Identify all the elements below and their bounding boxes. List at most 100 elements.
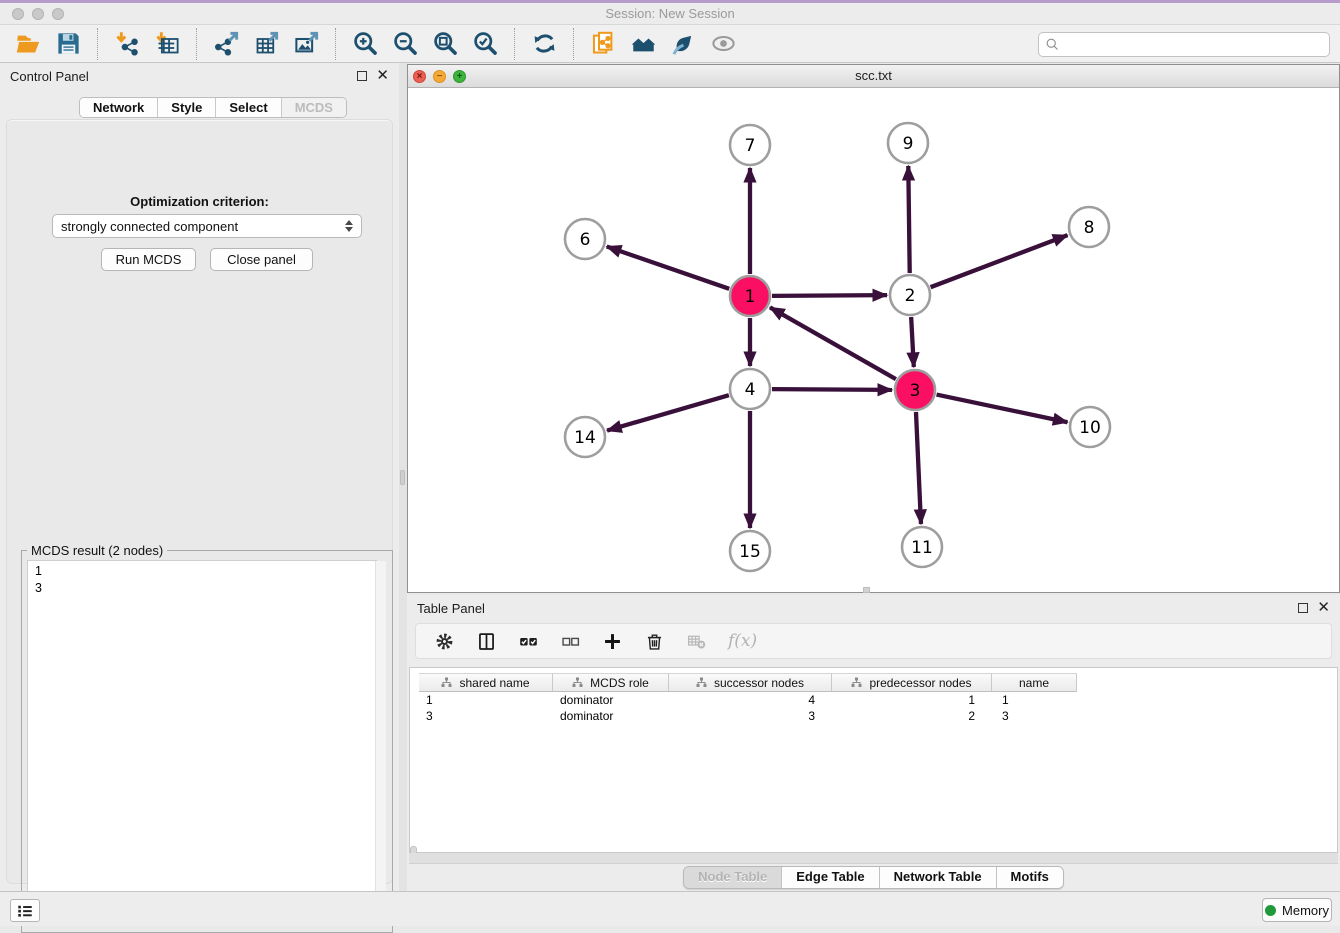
task-history-button[interactable] [10, 899, 40, 922]
close-table-panel-icon[interactable]: ✕ [1317, 603, 1330, 613]
svg-text:15: 15 [739, 542, 761, 562]
table-cell[interactable]: 1 [419, 692, 553, 708]
toolbar-separator [196, 28, 197, 60]
column-header-MCDS-role[interactable]: MCDS role [553, 674, 669, 691]
column-header-shared-name[interactable]: shared name [419, 674, 553, 691]
delete-column-icon[interactable] [644, 631, 665, 652]
node-8[interactable]: 8 [1069, 207, 1109, 247]
table-cell[interactable]: 2 [832, 708, 992, 724]
network-graph-canvas[interactable]: 1 2 3 4 6 7 8 9 10 11 14 15 [408, 88, 1339, 592]
apply-style-icon[interactable] [663, 28, 703, 60]
minimize-window-icon[interactable] [32, 8, 44, 20]
edge-2-3[interactable] [911, 317, 914, 367]
node-9[interactable]: 9 [888, 123, 928, 163]
export-image-icon[interactable] [286, 28, 326, 60]
mcds-result-text[interactable]: 1 3 [27, 560, 377, 925]
svg-text:10: 10 [1079, 418, 1101, 438]
table-cell[interactable]: 3 [669, 708, 832, 724]
edge-3-1[interactable] [770, 307, 896, 379]
search-input[interactable] [1060, 35, 1329, 55]
export-table-icon[interactable] [246, 28, 286, 60]
refresh-icon[interactable] [524, 28, 564, 60]
edge-3-10[interactable] [937, 395, 1068, 423]
tab-network[interactable]: Network [80, 98, 158, 117]
column-header-predecessor-nodes[interactable]: predecessor nodes [832, 674, 992, 691]
zoom-selected-icon[interactable] [465, 28, 505, 60]
edge-2-8[interactable] [931, 235, 1068, 287]
node-15[interactable]: 15 [730, 531, 770, 571]
node-11[interactable]: 11 [902, 527, 942, 567]
tab-edge-table[interactable]: Edge Table [782, 867, 879, 888]
table-panel-header: Table Panel ✕ [407, 595, 1340, 621]
node-10[interactable]: 10 [1070, 407, 1110, 447]
node-1-selected[interactable]: 1 [730, 276, 770, 316]
save-icon[interactable] [48, 28, 88, 60]
svg-text:11: 11 [911, 538, 933, 558]
node-4[interactable]: 4 [730, 369, 770, 409]
splitter-handle[interactable] [400, 470, 405, 485]
node-2[interactable]: 2 [890, 275, 930, 315]
split-columns-icon[interactable] [476, 631, 497, 652]
edge-2-9[interactable] [908, 166, 909, 273]
mcds-result-scrollbar[interactable] [375, 561, 386, 924]
column-header-name[interactable]: name [992, 674, 1077, 691]
zoom-window-icon[interactable] [52, 8, 64, 20]
import-network-icon[interactable] [107, 28, 147, 60]
table-cell[interactable]: dominator [553, 692, 669, 708]
tab-motifs[interactable]: Motifs [997, 867, 1063, 888]
tab-node-table[interactable]: Node Table [684, 867, 782, 888]
close-window-icon[interactable] [12, 8, 24, 20]
tab-mcds[interactable]: MCDS [282, 98, 346, 117]
edge-1-2[interactable] [772, 295, 887, 296]
table-row[interactable]: 3dominator323 [419, 708, 1077, 724]
network-close-icon[interactable]: × [413, 70, 426, 83]
zoom-in-icon[interactable] [345, 28, 385, 60]
zoom-fit-icon[interactable] [425, 28, 465, 60]
table-cell[interactable]: 3 [992, 708, 1077, 724]
check-all-icon[interactable] [518, 631, 539, 652]
svg-text:8: 8 [1084, 218, 1095, 238]
network-window-titlebar[interactable]: × − + scc.txt [408, 65, 1339, 88]
zoom-out-icon[interactable] [385, 28, 425, 60]
edge-4-3[interactable] [772, 389, 892, 390]
node-14[interactable]: 14 [565, 417, 605, 457]
home-icon[interactable] [623, 28, 663, 60]
table-cell[interactable]: 1 [832, 692, 992, 708]
run-mcds-button[interactable]: Run MCDS [101, 248, 196, 271]
network-minimize-icon[interactable]: − [433, 70, 446, 83]
close-panel-icon[interactable]: ✕ [376, 71, 389, 81]
table-cell[interactable]: 4 [669, 692, 832, 708]
window-resize-handle[interactable] [863, 587, 870, 593]
tab-select[interactable]: Select [216, 98, 281, 117]
import-table-icon[interactable] [147, 28, 187, 60]
float-table-panel-icon[interactable] [1298, 603, 1308, 613]
panel-splitter[interactable] [399, 63, 407, 891]
table-cell[interactable]: 3 [419, 708, 553, 724]
network-maximize-icon[interactable]: + [453, 70, 466, 83]
table-row[interactable]: 1dominator411 [419, 692, 1077, 708]
function-builder-icon: f(x) [728, 631, 757, 651]
uncheck-all-icon[interactable] [560, 631, 581, 652]
table-cell[interactable]: 1 [992, 692, 1077, 708]
node-7[interactable]: 7 [730, 125, 770, 165]
gear-icon[interactable] [434, 631, 455, 652]
float-panel-icon[interactable] [357, 71, 367, 81]
toolbar-separator [97, 28, 98, 60]
export-network-icon[interactable] [206, 28, 246, 60]
edge-4-14[interactable] [607, 395, 729, 430]
node-3-selected[interactable]: 3 [895, 370, 935, 410]
search-box[interactable] [1038, 32, 1330, 57]
criterion-select[interactable]: strongly connected component [52, 214, 362, 238]
edge-1-6[interactable] [607, 247, 729, 289]
node-6[interactable]: 6 [565, 219, 605, 259]
add-column-icon[interactable] [602, 631, 623, 652]
close-panel-button[interactable]: Close panel [210, 248, 313, 271]
tab-style[interactable]: Style [158, 98, 216, 117]
table-cell[interactable]: dominator [553, 708, 669, 724]
edge-3-11[interactable] [916, 412, 921, 524]
memory-button[interactable]: Memory [1262, 898, 1332, 922]
column-header-successor-nodes[interactable]: successor nodes [669, 674, 832, 691]
tab-network-table[interactable]: Network Table [880, 867, 997, 888]
open-folder-icon[interactable] [8, 28, 48, 60]
copy-network-icon[interactable] [583, 28, 623, 60]
